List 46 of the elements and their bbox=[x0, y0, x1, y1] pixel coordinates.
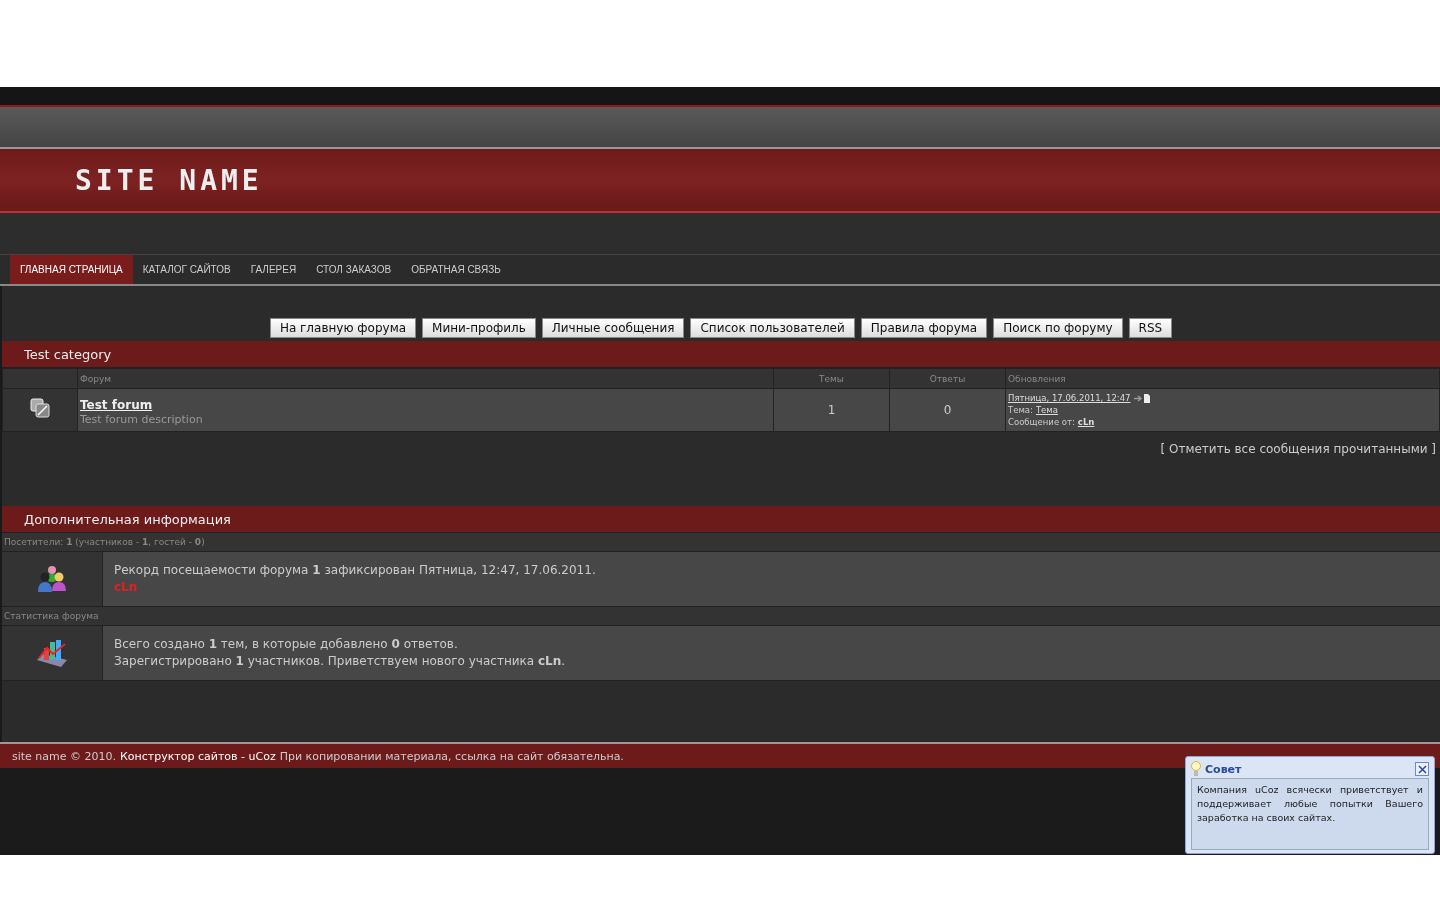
copyright-text: site name © 2010. bbox=[12, 749, 117, 763]
column-header: Обновления bbox=[1005, 368, 1440, 389]
lightbulb-icon bbox=[1191, 761, 1201, 777]
nav-tab[interactable]: ГАЛЕРЕЯ bbox=[240, 255, 307, 284]
forum-button[interactable]: На главную форума bbox=[269, 318, 417, 338]
nav-tab[interactable]: ОБРАТНАЯ СВЯЗЬ bbox=[401, 255, 511, 284]
replies-count: 0 bbox=[889, 388, 1006, 432]
nav-tab[interactable]: КАТАЛОГ САЙТОВ bbox=[132, 255, 241, 284]
section-heading: Посетители: 1 (участников - 1, гостей - 0) bbox=[4, 537, 205, 547]
mark-read-link[interactable]: [ Отметить все сообщения прочитанными ] bbox=[1160, 442, 1436, 456]
close-icon bbox=[1417, 764, 1427, 774]
users-icon bbox=[36, 564, 68, 594]
forum-button[interactable]: Список пользователей bbox=[690, 318, 855, 338]
close-button[interactable] bbox=[1415, 762, 1429, 776]
info-text: Всего создано 1 тем, в которые добавлено 0 ответов. bbox=[114, 636, 459, 653]
forum-description: Test forum description bbox=[80, 413, 204, 426]
tip-title: Совет bbox=[1205, 762, 1243, 776]
column-header: Ответы bbox=[889, 368, 1006, 389]
column-header: Форум bbox=[77, 368, 774, 389]
author-label: Сообщение от: bbox=[1008, 416, 1075, 428]
topics-count: 1 bbox=[773, 388, 890, 432]
forum-link[interactable]: Test forum bbox=[80, 398, 153, 412]
footer-link[interactable]: Конструктор сайтов - uCoz bbox=[120, 749, 276, 763]
forum-button[interactable]: Правила форума bbox=[860, 318, 988, 338]
forum-button[interactable]: Поиск по форуму bbox=[993, 318, 1123, 338]
info-text: Рекорд посещаемости форума 1 зафиксирован Пятница, 12:47, 17.06.2011. bbox=[114, 562, 597, 579]
nav-tab[interactable]: ГЛАВНАЯ СТРАНИЦА bbox=[10, 255, 133, 284]
forum-button[interactable]: Мини-профиль bbox=[422, 318, 536, 338]
section-heading: Статистика форума bbox=[4, 611, 99, 621]
last-post-date-link[interactable]: Пятница, 17.06.2011, 12:47 bbox=[1008, 392, 1131, 404]
site-logo[interactable]: SITE NAME bbox=[75, 163, 263, 197]
topic-link[interactable]: Тема bbox=[1035, 404, 1058, 416]
folders-icon bbox=[30, 398, 50, 418]
forum-button[interactable]: Личные сообщения bbox=[541, 318, 685, 338]
info-title: Дополнительная информация bbox=[24, 511, 231, 527]
column-header: Темы bbox=[773, 368, 890, 389]
copy-notice: При копировании материала, ссылка на сайт обязательна. bbox=[279, 749, 624, 763]
arrow-page-icon bbox=[1133, 393, 1150, 403]
nav-tab[interactable]: СТОЛ ЗАКАЗОВ bbox=[306, 255, 402, 284]
category-title: Test category bbox=[24, 346, 112, 362]
forum-button[interactable]: RSS bbox=[1128, 318, 1173, 338]
topic-label: Тема: bbox=[1008, 404, 1033, 416]
author-link[interactable]: cLn bbox=[1077, 416, 1095, 428]
tip-text: Компания uCoz всячески приветствует и поддерживает любые попытки Вашего заработка на своих сайтах. bbox=[1197, 784, 1423, 823]
info-text: Зарегистрировано 1 участников. Приветствуем нового участника cLn. bbox=[114, 653, 567, 670]
chart-icon bbox=[35, 638, 69, 668]
